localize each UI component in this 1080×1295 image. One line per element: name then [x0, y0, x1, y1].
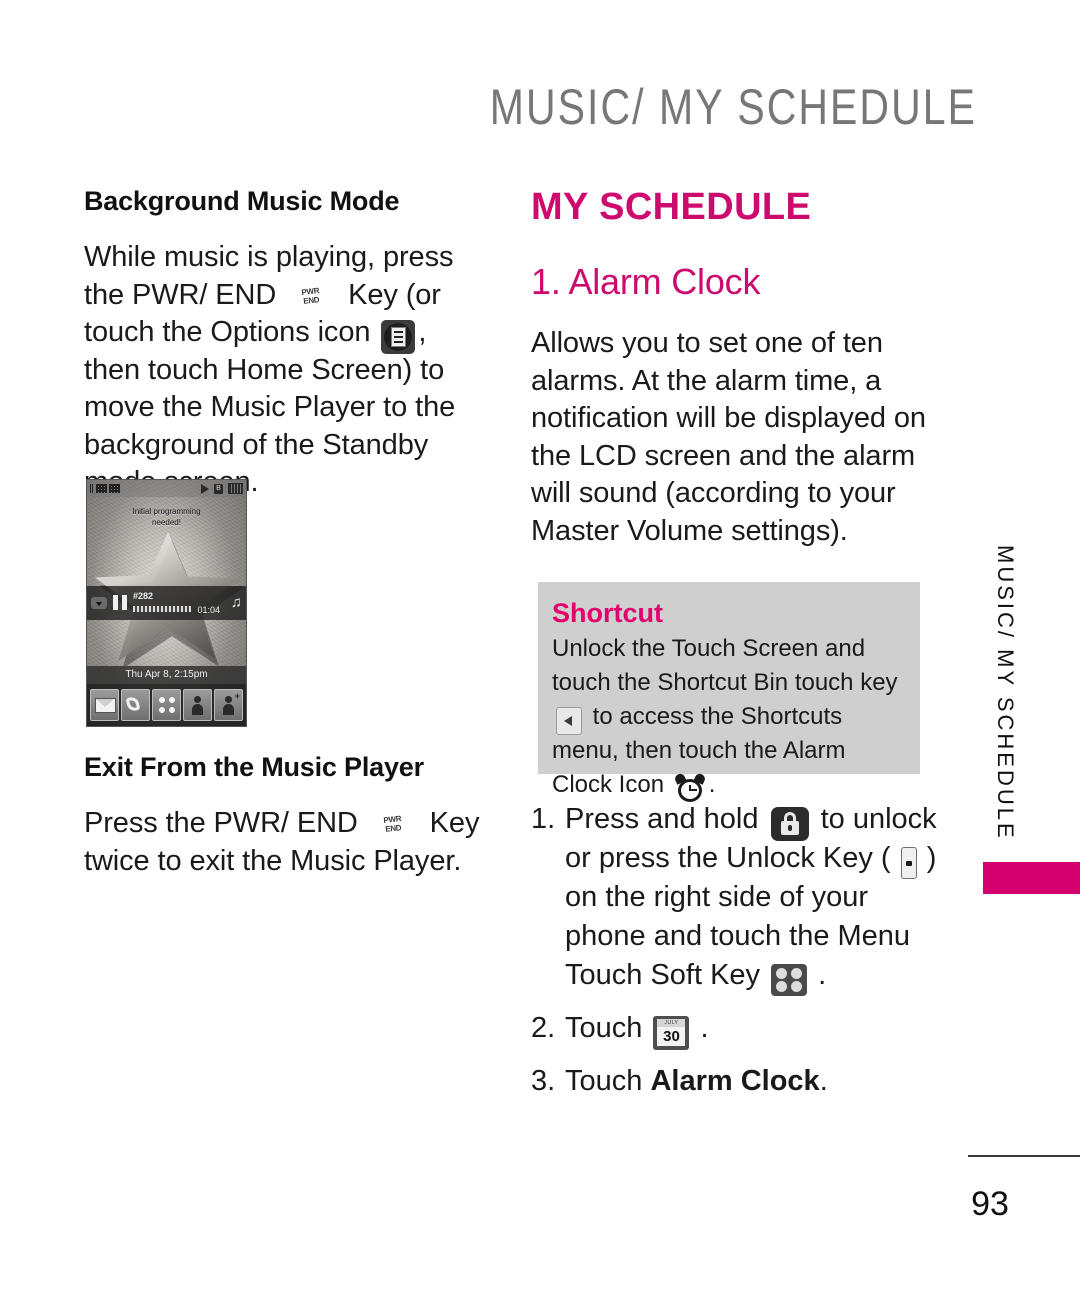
- step-1-text-4: .: [810, 959, 827, 991]
- background-music-mode-paragraph: While music is playing, press the PWR/ E…: [84, 239, 484, 502]
- side-tab-label: MUSIC/ MY SCHEDULE: [993, 545, 1018, 841]
- notice-line-2: needed!: [152, 518, 181, 527]
- signal-icon: [90, 484, 94, 493]
- pwr-key-label-bottom-2: END: [384, 823, 402, 834]
- step-3-bold-label: Alarm Clock: [650, 1065, 820, 1097]
- step-2: 2. Touch JULY 30 .: [531, 1009, 951, 1051]
- page-title: MUSIC/ MY SCHEDULE: [489, 79, 977, 135]
- music-note-icon[interactable]: ♫: [231, 595, 242, 610]
- step-3-number: 3.: [531, 1065, 556, 1097]
- pwr-key-label-bottom: END: [302, 294, 320, 306]
- step-2-body: Touch JULY 30 .: [565, 1009, 951, 1051]
- grid-icon: [96, 484, 107, 493]
- options-icon: [381, 319, 416, 354]
- step-1: 1. Press and hold to unlock or press the…: [531, 800, 951, 996]
- footer-divider: [968, 1155, 1080, 1157]
- bluetooth-icon: B: [214, 483, 223, 494]
- step-1-text-1: Press and hold: [565, 803, 767, 835]
- phone-standby-screenshot: B Initial programming needed! #282 01:04…: [86, 479, 247, 727]
- phone-status-bar: B: [87, 480, 246, 497]
- phone-dock[interactable]: +: [87, 684, 246, 726]
- phone-date-bar: Thu Apr 8, 2:15pm: [87, 666, 246, 684]
- shortcut-callout-box: Shortcut Unlock the Touch Screen and tou…: [538, 582, 920, 805]
- shortcut-text-3: .: [708, 771, 716, 798]
- calendar-icon: JULY 30: [653, 1016, 690, 1051]
- dock-messages-icon[interactable]: [90, 689, 119, 721]
- progress-bar[interactable]: [133, 606, 191, 612]
- track-time: 01:04: [197, 605, 220, 615]
- step-3-text-1: Touch: [565, 1065, 651, 1097]
- numbered-steps-list: 1. Press and hold to unlock or press the…: [531, 800, 951, 1115]
- play-status-icon: [201, 483, 209, 494]
- side-tab-marker: [983, 862, 1080, 894]
- phone-notice-text: Initial programming needed!: [87, 506, 246, 528]
- notice-line-1: Initial programming: [132, 507, 201, 516]
- battery-icon: [228, 483, 243, 494]
- pwr-end-key-icon: PWR END: [289, 281, 335, 317]
- step-3-text-2: .: [819, 1065, 828, 1097]
- shortcut-bin-key-icon: [556, 707, 582, 736]
- pause-icon[interactable]: [113, 595, 127, 610]
- step-2-number: 2.: [531, 1012, 556, 1044]
- left-column: Background Music Mode While music is pla…: [84, 186, 484, 502]
- shortcut-title: Shortcut: [552, 598, 663, 628]
- dock-contacts-icon[interactable]: [183, 689, 212, 721]
- alarm-clock-description: Allows you to set one of ten alarms. At …: [531, 327, 926, 547]
- unlock-key-icon: [900, 847, 917, 880]
- step-2-text-2: .: [692, 1012, 709, 1044]
- dock-phone-icon[interactable]: [121, 689, 150, 721]
- right-column: MY SCHEDULE 1. Alarm Clock Allows you to…: [531, 186, 931, 550]
- step-3-body: Touch Alarm Clock.: [565, 1062, 951, 1101]
- shortcut-text: Unlock the Touch Screen and touch the Sh…: [552, 632, 906, 805]
- dock-add-contact-icon[interactable]: +: [214, 689, 243, 721]
- exit-music-player-paragraph: Press the PWR/ END PWR END Key twice to e…: [84, 805, 484, 880]
- exit-text-1: Press the PWR/ END: [84, 807, 366, 839]
- track-title: #282: [133, 591, 154, 601]
- shortcut-text-1: Unlock the Touch Screen and touch the Sh…: [552, 635, 898, 696]
- collapse-chevron-icon[interactable]: [91, 597, 107, 609]
- grid-icon-2: [109, 484, 120, 493]
- lock-icon: [770, 807, 809, 842]
- calendar-month-label: JULY: [657, 1019, 686, 1028]
- exit-music-player-heading: Exit From the Music Player: [84, 752, 424, 782]
- pwr-end-key-icon-2: PWR END: [371, 809, 417, 845]
- music-player-bar[interactable]: #282 01:04 ♫: [87, 586, 246, 620]
- alarm-clock-subtitle: 1. Alarm Clock: [531, 261, 761, 302]
- menu-touch-soft-key-icon: [771, 963, 808, 996]
- step-2-text-1: Touch: [565, 1012, 651, 1044]
- background-music-mode-heading: Background Music Mode: [84, 186, 400, 216]
- calendar-day: 30: [657, 1027, 686, 1047]
- dock-menu-icon[interactable]: [152, 689, 181, 721]
- step-3: 3. Touch Alarm Clock.: [531, 1062, 951, 1101]
- step-1-body: Press and hold to unlock or press the Un…: [565, 800, 951, 996]
- page-number: 93: [971, 1185, 1009, 1223]
- my-schedule-title: MY SCHEDULE: [531, 186, 812, 228]
- step-1-number: 1.: [531, 803, 556, 835]
- left-column-lower: Exit From the Music Player Press the PWR…: [84, 752, 484, 880]
